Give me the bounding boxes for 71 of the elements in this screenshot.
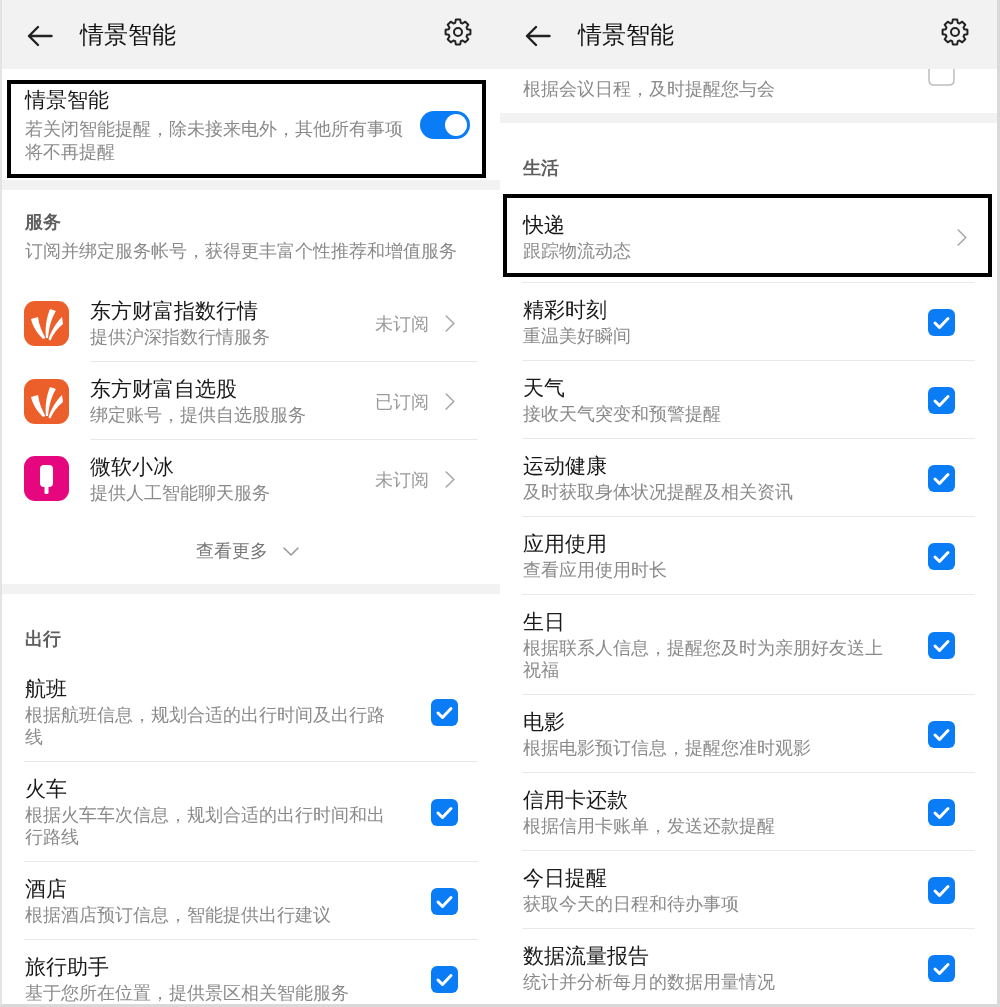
checkbox[interactable] <box>928 876 955 904</box>
checkbox[interactable] <box>928 542 955 570</box>
checkbox[interactable] <box>928 631 955 659</box>
setting-title: 应用使用 <box>523 531 607 557</box>
setting-title: 信用卡还款 <box>523 787 628 813</box>
checkbox[interactable] <box>431 798 458 826</box>
service-title: 微软小冰 <box>90 454 174 480</box>
screen-title: 情景智能 <box>80 19 176 50</box>
checkbox[interactable] <box>928 386 955 414</box>
setting-title: 火车 <box>25 776 67 802</box>
section-heading: 生活 <box>523 157 559 180</box>
section-heading: 出行 <box>25 628 61 651</box>
section-description: 订阅并绑定服务帐号，获得更丰富个性推荐和增值服务 <box>25 239 457 262</box>
subscription-status: 已订阅 <box>375 389 429 413</box>
subscription-status: 未订阅 <box>375 467 429 491</box>
setting-description: 获取今天的日程和待办事项 <box>523 893 739 915</box>
checkbox[interactable] <box>928 308 955 336</box>
setting-description: 根据联系人信息，提醒您及时为亲朋好友送上祝福 <box>523 637 884 681</box>
setting-description: 跟踪物流动态 <box>523 240 631 262</box>
setting-title: 电影 <box>523 709 565 735</box>
service-title: 东方财富指数行情 <box>90 298 258 324</box>
subscription-status: 未订阅 <box>375 311 429 335</box>
setting-description: 查看应用使用时长 <box>523 559 667 581</box>
checkbox[interactable] <box>431 698 458 726</box>
back-arrow-icon[interactable] <box>27 24 53 47</box>
show-more-button[interactable]: 查看更多 <box>195 539 299 563</box>
section-heading: 服务 <box>25 211 61 234</box>
toggle-switch[interactable] <box>420 111 470 139</box>
setting-title: 航班 <box>25 676 67 702</box>
back-arrow-icon[interactable] <box>525 24 551 47</box>
setting-description: 根据酒店预订信息，智能提供出行建议 <box>25 904 331 926</box>
setting-title: 情景智能 <box>25 87 109 113</box>
setting-title: 数据流量报告 <box>523 943 649 969</box>
setting-title: 生日 <box>523 609 565 635</box>
service-title: 东方财富自选股 <box>90 376 237 402</box>
setting-title: 运动健康 <box>523 453 607 479</box>
setting-description: 根据会议日程，及时提醒您与会 <box>523 78 775 100</box>
chevron-right-icon <box>445 470 455 488</box>
setting-description: 根据信用卡账单，发送还款提醒 <box>523 815 775 837</box>
setting-title: 酒店 <box>25 876 67 902</box>
settings-icon[interactable] <box>444 17 472 46</box>
setting-description: 根据航班信息，规划合适的出行时间及出行路线 <box>25 704 386 748</box>
setting-description: 重温美好瞬间 <box>523 325 631 347</box>
setting-description: 根据电影预订信息，提醒您准时观影 <box>523 737 811 759</box>
setting-title: 今日提醒 <box>523 865 607 891</box>
checkbox[interactable] <box>928 954 955 982</box>
checkbox[interactable] <box>431 887 458 915</box>
checkbox[interactable] <box>928 69 955 86</box>
chevron-right-icon <box>957 228 967 246</box>
setting-description: 根据火车车次信息，规划合适的出行时间和出行路线 <box>25 804 386 848</box>
service-description: 绑定账号，提供自选股服务 <box>90 403 306 426</box>
checkbox[interactable] <box>928 720 955 748</box>
service-description: 提供人工智能聊天服务 <box>90 481 270 504</box>
setting-title: 精彩时刻 <box>523 297 607 323</box>
setting-description: 统计并分析每月的数据用量情况 <box>523 971 775 993</box>
checkbox[interactable] <box>928 798 955 826</box>
checkbox[interactable] <box>431 965 458 993</box>
chevron-right-icon <box>445 392 455 410</box>
checkbox[interactable] <box>928 464 955 492</box>
setting-description: 若关闭智能提醒，除未接来电外，其他所有事项将不再提醒 <box>25 117 404 163</box>
chevron-right-icon <box>445 314 455 332</box>
setting-description: 及时获取身体状况提醒及相关资讯 <box>523 481 793 503</box>
setting-title: 快递 <box>523 212 565 238</box>
setting-description: 基于您所在位置，提供景区相关智能服务 <box>25 982 349 1004</box>
setting-title: 旅行助手 <box>25 954 109 980</box>
settings-icon[interactable] <box>941 17 969 46</box>
setting-title: 天气 <box>523 375 565 401</box>
service-description: 提供沪深指数行情服务 <box>90 325 270 348</box>
screen-title: 情景智能 <box>578 19 674 50</box>
chevron-down-icon <box>282 546 299 556</box>
setting-description: 接收天气突变和预警提醒 <box>523 403 721 425</box>
